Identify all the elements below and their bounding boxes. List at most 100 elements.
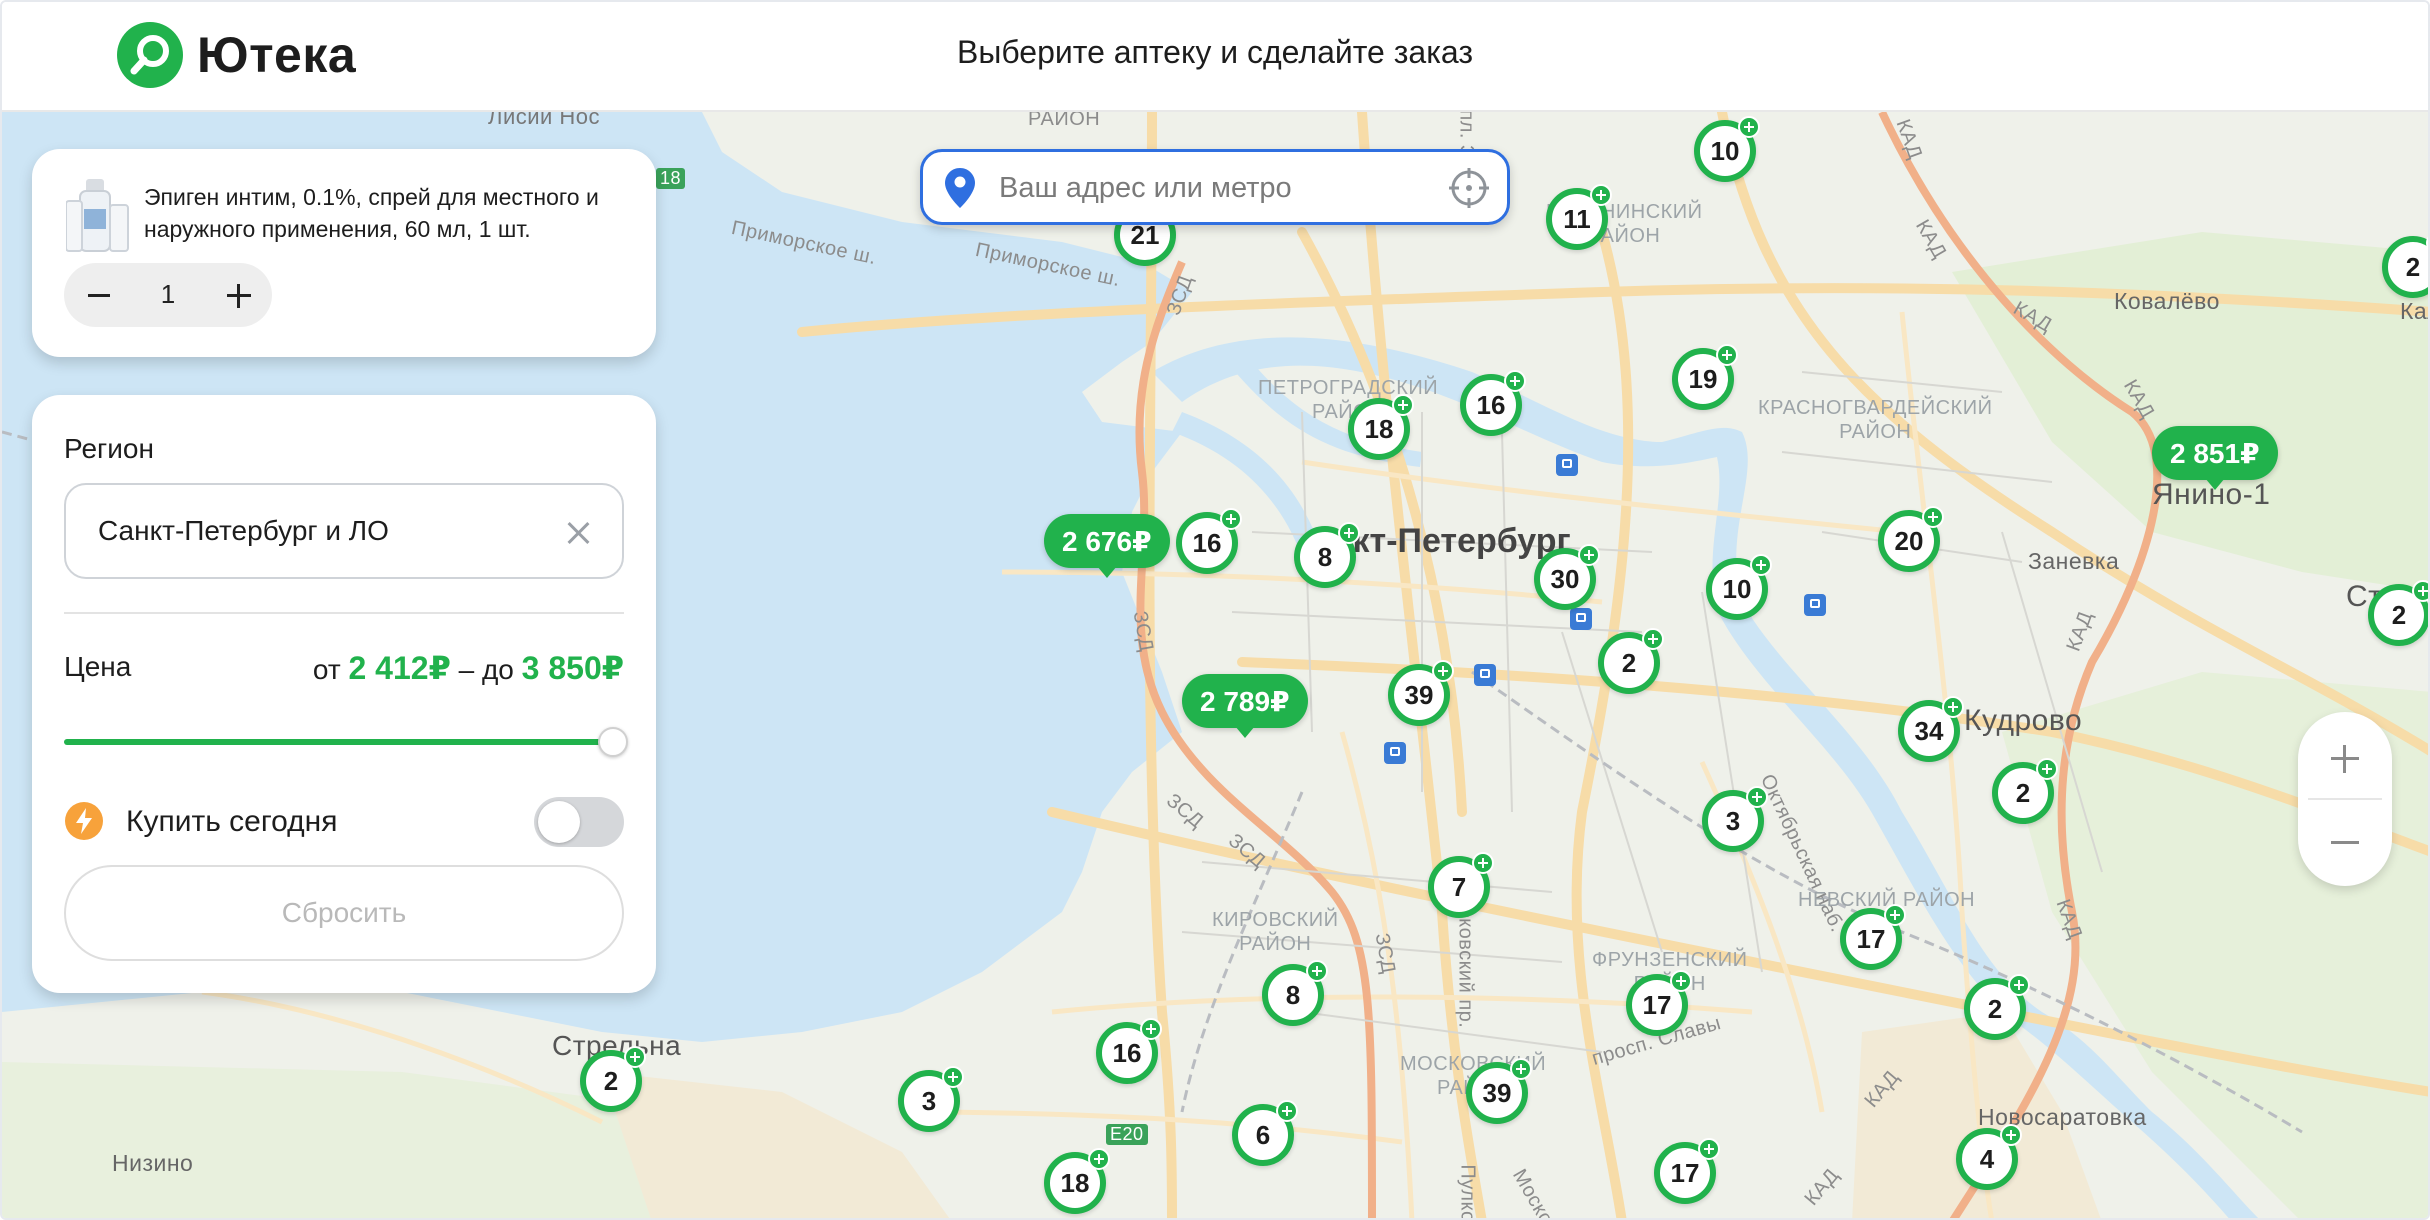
marker-count: 16: [1192, 527, 1222, 558]
reset-button[interactable]: Сбросить: [64, 865, 624, 961]
marker-count: 16: [1112, 1037, 1142, 1068]
price-label: Цена: [64, 651, 132, 682]
plus-icon: [2412, 580, 2428, 602]
buy-today-row: Купить сегодня: [64, 791, 624, 851]
pharmacy-marker[interactable]: 2: [580, 1046, 646, 1112]
pharmacy-marker[interactable]: 6: [1232, 1100, 1298, 1166]
marker-count: 2: [2405, 251, 2421, 282]
zoom-in-button[interactable]: [2321, 734, 2369, 782]
buy-today-label: Купить сегодня: [126, 805, 338, 838]
plus-icon: [1392, 394, 1414, 416]
marker-count: 30: [1550, 563, 1580, 594]
region-select[interactable]: Санкт-Петербург и ЛО: [64, 483, 624, 579]
marker-count: 3: [921, 1085, 937, 1116]
plus-icon: [1942, 696, 1964, 718]
price-separator: – до: [458, 654, 514, 685]
price-from: 2 412₽: [348, 650, 451, 686]
map-label-route-18: 18: [656, 168, 686, 189]
pharmacy-marker[interactable]: 17: [1840, 904, 1906, 970]
pharmacy-marker[interactable]: 2: [1598, 628, 1664, 694]
clear-icon[interactable]: [562, 515, 596, 549]
quantity-value[interactable]: 1: [134, 279, 202, 310]
marker-count: 18: [1364, 413, 1394, 444]
plus-icon: [1432, 660, 1454, 682]
metro-icon: [1804, 594, 1826, 616]
quantity-decrease-button[interactable]: [74, 271, 122, 319]
marker-count: 2: [2015, 777, 2031, 808]
marker-count: 6: [1255, 1119, 1271, 1150]
pharmacy-marker[interactable]: 18: [1348, 394, 1414, 460]
price-tag[interactable]: 2 676₽: [1044, 514, 1170, 578]
price-range: от 2 412₽ – до 3 850₽: [313, 649, 624, 687]
pharmacy-marker[interactable]: 39: [1388, 660, 1454, 726]
plus-icon: [1698, 1138, 1720, 1160]
region-label: Регион: [64, 433, 154, 464]
marker-count: 3: [1725, 805, 1741, 836]
pharmacy-marker[interactable]: 2: [1992, 758, 2058, 824]
plus-icon: [1578, 544, 1600, 566]
plus-icon: [1750, 554, 1772, 576]
location-pin-icon: [945, 168, 975, 208]
plus-icon: [1590, 184, 1612, 206]
marker-count: 8: [1317, 541, 1333, 572]
plus-icon: [1504, 370, 1526, 392]
pharmacy-marker[interactable]: 11: [1546, 184, 1612, 250]
pharmacy-marker[interactable]: 16: [1096, 1018, 1162, 1084]
pharmacy-marker[interactable]: 16: [1176, 508, 1242, 574]
product-card: Эпиген интим, 0.1%, спрей для местного и…: [32, 149, 656, 357]
header: Ютека Выберите аптеку и сделайте заказ: [2, 2, 2428, 112]
marker-count: 17: [1670, 1157, 1700, 1188]
pharmacy-marker[interactable]: 20: [1878, 506, 1944, 572]
toggle-knob: [538, 801, 580, 843]
pharmacy-marker[interactable]: 34: [1898, 696, 1964, 762]
pharmacy-marker[interactable]: 8: [1262, 960, 1328, 1026]
plus-icon: [1088, 1148, 1110, 1170]
search-input[interactable]: [997, 162, 1421, 214]
slider-handle[interactable]: [597, 727, 628, 757]
plus-icon: [1884, 904, 1906, 926]
buy-today-toggle[interactable]: [534, 797, 624, 847]
marker-count: 17: [1642, 989, 1672, 1020]
pharmacy-marker[interactable]: 17: [1626, 970, 1692, 1036]
pharmacy-marker[interactable]: 39: [1466, 1058, 1532, 1124]
marker-count: 2: [603, 1065, 619, 1096]
price-slider[interactable]: [64, 727, 628, 757]
pharmacy-marker[interactable]: 16: [1460, 370, 1526, 436]
marker-count: 20: [1894, 525, 1924, 556]
marker-count: 18: [1060, 1167, 1090, 1198]
pharmacy-marker[interactable]: 4: [1956, 1124, 2022, 1190]
pharmacy-marker[interactable]: 8: [1294, 522, 1360, 588]
pharmacy-marker[interactable]: 3: [1702, 786, 1768, 852]
filter-panel: Регион Санкт-Петербург и ЛО Цена от 2 41…: [32, 395, 656, 993]
pharmacy-marker[interactable]: 17: [1654, 1138, 1720, 1204]
pharmacy-marker[interactable]: 2: [2368, 580, 2428, 646]
marker-count: 10: [1710, 135, 1740, 166]
marker-count: 8: [1285, 979, 1301, 1010]
map-label-kovalevo: Ковалёво: [2114, 288, 2220, 314]
plus-icon: [1140, 1018, 1162, 1040]
pharmacy-marker[interactable]: 2: [1964, 974, 2030, 1040]
pharmacy-marker[interactable]: 7: [1428, 852, 1494, 918]
plus-icon: [1510, 1058, 1532, 1080]
metro-icon: [1384, 742, 1406, 764]
plus-icon: [1670, 970, 1692, 992]
plus-icon: [2008, 974, 2030, 996]
address-search[interactable]: [920, 149, 1510, 225]
plus-icon: [1276, 1100, 1298, 1122]
marker-count: 10: [1722, 573, 1752, 604]
pharmacy-marker[interactable]: 18: [1044, 1148, 1110, 1214]
pharmacy-marker[interactable]: 10: [1694, 116, 1760, 182]
price-from-prefix: от: [312, 654, 341, 685]
pharmacy-marker[interactable]: 3: [898, 1066, 964, 1132]
price-tag[interactable]: 2 789₽: [1182, 674, 1308, 738]
geolocation-icon[interactable]: [1447, 166, 1491, 210]
plus-icon: [1306, 960, 1328, 982]
pharmacy-marker[interactable]: 19: [1672, 344, 1738, 410]
pharmacy-marker[interactable]: 30: [1534, 544, 1600, 610]
product-image: [66, 179, 129, 252]
zoom-out-button[interactable]: [2321, 818, 2369, 866]
price-tag[interactable]: 2 851₽: [2152, 426, 2278, 490]
quantity-increase-button[interactable]: [214, 271, 262, 319]
pharmacy-marker[interactable]: 10: [1706, 554, 1772, 620]
plus-icon: [1922, 506, 1944, 528]
